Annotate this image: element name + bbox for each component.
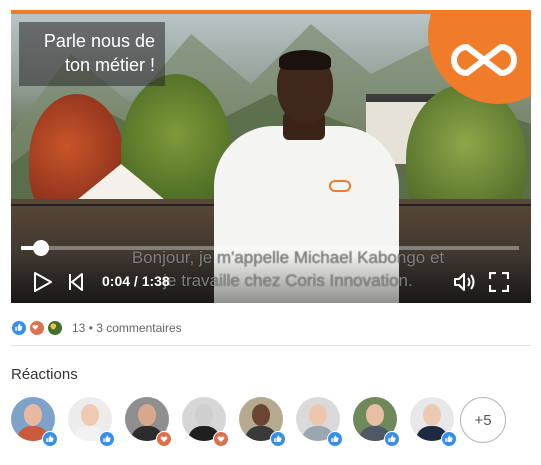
skip-back-icon[interactable] (68, 273, 84, 291)
avatar-face (81, 404, 99, 426)
volume-icon[interactable] (453, 272, 477, 292)
speaker-hair (279, 50, 331, 70)
video-title-line: Parle nous de (43, 31, 155, 51)
avatar-face (423, 404, 441, 426)
avatar-face (195, 404, 213, 426)
video-title-overlay: Parle nous de ton métier ! (19, 22, 165, 86)
love-icon (29, 320, 45, 336)
reactions-heading: Réactions (11, 366, 78, 383)
reaction-count[interactable]: 13 (72, 321, 85, 335)
fullscreen-icon[interactable] (489, 272, 509, 292)
like-badge-icon (99, 431, 115, 447)
love-badge-icon (213, 431, 229, 447)
love-badge-icon (156, 431, 172, 447)
video-title-line: ton métier ! (64, 55, 155, 75)
brand-logo-icon (451, 44, 517, 76)
like-badge-icon (42, 431, 58, 447)
like-badge-icon (270, 431, 286, 447)
like-badge-icon (384, 431, 400, 447)
reaction-summary[interactable]: 13 • 3 commentaires (72, 321, 182, 335)
separator-dot: • (88, 321, 93, 335)
avatar-face (138, 404, 156, 426)
progress-track[interactable] (21, 246, 519, 250)
avatar-face (24, 404, 42, 426)
more-reactors-button[interactable]: +5 (460, 397, 506, 443)
avatar-face (366, 404, 384, 426)
avatar-face (309, 404, 327, 426)
social-counts[interactable]: 13 • 3 commentaires (11, 318, 531, 338)
divider (11, 345, 531, 346)
avatar-face (252, 404, 270, 426)
like-icon (11, 320, 27, 336)
comments-count[interactable]: 3 commentaires (96, 321, 181, 335)
like-badge-icon (441, 431, 457, 447)
progress-handle[interactable] (33, 240, 49, 256)
time-display: 0:04 / 1:38 (102, 273, 170, 289)
insightful-icon (47, 320, 63, 336)
shirt-logo-icon (329, 180, 351, 192)
play-icon[interactable] (33, 271, 53, 293)
video-player[interactable]: Parle nous de ton métier ! Bonjour, je m… (11, 10, 531, 303)
like-badge-icon (327, 431, 343, 447)
